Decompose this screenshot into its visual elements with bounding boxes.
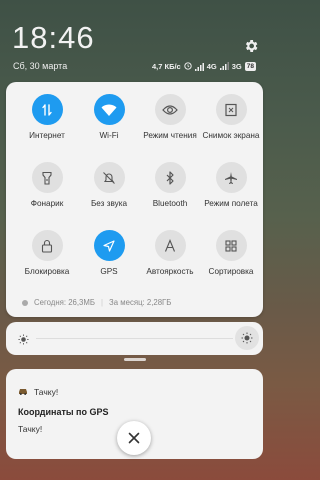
bell-off-icon[interactable] bbox=[93, 162, 125, 193]
tile-label: Интернет bbox=[29, 131, 65, 140]
tile-label: Автояркость bbox=[146, 267, 194, 276]
notification-text: Тачку! bbox=[18, 424, 43, 434]
tile-airplane[interactable]: Режим полета bbox=[200, 162, 262, 208]
tile-label: Блокировка bbox=[24, 267, 70, 276]
usage-separator: | bbox=[101, 298, 104, 307]
panel-drag-handle[interactable] bbox=[124, 358, 146, 361]
tile-grid[interactable]: Сортировка bbox=[200, 230, 262, 276]
grid-icon[interactable] bbox=[215, 230, 247, 261]
eye-icon[interactable] bbox=[154, 94, 186, 125]
location-icon[interactable] bbox=[93, 230, 125, 261]
brightness-slider[interactable] bbox=[36, 338, 233, 339]
tile-flashlight[interactable]: Фонарик bbox=[16, 162, 78, 208]
auto-brightness-icon[interactable] bbox=[154, 230, 186, 261]
tile-label: Wi-Fi bbox=[99, 131, 119, 140]
brightness-thumb[interactable] bbox=[235, 326, 259, 350]
clock: 18:46 bbox=[12, 20, 95, 55]
usage-today: Сегодня: 26,3МБ bbox=[34, 298, 96, 307]
tile-label: Фонарик bbox=[30, 199, 64, 208]
tile-label: Режим чтения bbox=[143, 131, 197, 140]
tile-location[interactable]: GPS bbox=[78, 230, 140, 276]
tile-bell-off[interactable]: Без звука bbox=[78, 162, 140, 208]
close-icon bbox=[128, 432, 140, 444]
usage-dot-icon bbox=[22, 299, 28, 306]
tile-mobile-data[interactable]: Интернет bbox=[16, 94, 78, 140]
usage-month: За месяц: 2,28ГБ bbox=[109, 298, 172, 307]
status-bar: 18:46 Сб, 30 марта 4,7 КБ/с 4G 3G 78 bbox=[0, 0, 269, 80]
clear-notifications-button[interactable] bbox=[117, 421, 151, 455]
tile-screenshot[interactable]: Снимок экрана bbox=[200, 94, 262, 140]
mobile-data-icon[interactable] bbox=[31, 94, 63, 125]
tile-label: Без звука bbox=[90, 199, 128, 208]
tile-bluetooth[interactable]: Bluetooth bbox=[139, 162, 201, 208]
network-type-1: 4G bbox=[206, 62, 217, 71]
battery-level: 78 bbox=[244, 62, 256, 71]
brightness-low-icon bbox=[18, 332, 29, 350]
tile-eye[interactable]: Режим чтения bbox=[139, 94, 201, 140]
network-type-2: 3G bbox=[231, 62, 242, 71]
quick-settings-panel: Интернет Wi-Fi Режим чтения Снимок экрана Фо… bbox=[6, 82, 263, 317]
airplane-icon[interactable] bbox=[215, 162, 247, 193]
notification-title: Координаты по GPS bbox=[18, 407, 109, 417]
alarm-icon bbox=[184, 61, 192, 72]
brightness-bar bbox=[6, 322, 263, 355]
system-icons: 4,7 КБ/с 4G 3G 78 bbox=[152, 61, 256, 72]
tile-label: GPS bbox=[100, 267, 118, 276]
wifi-status-icon bbox=[219, 61, 229, 72]
data-usage: Сегодня: 26,3МБ | За месяц: 2,28ГБ bbox=[22, 298, 171, 307]
notification-app-name: Тачку! bbox=[34, 387, 59, 397]
network-speed: 4,7 КБ/с bbox=[152, 62, 181, 71]
tile-auto-brightness[interactable]: Автояркость bbox=[139, 230, 201, 276]
signal-icon bbox=[194, 62, 204, 71]
date[interactable]: Сб, 30 марта bbox=[13, 61, 67, 71]
tile-lock[interactable]: Блокировка bbox=[16, 230, 78, 276]
flashlight-icon[interactable] bbox=[31, 162, 63, 193]
car-app-icon bbox=[18, 387, 28, 397]
tile-label: Сортировка bbox=[208, 267, 254, 276]
brightness-high-icon bbox=[241, 332, 253, 344]
tile-wifi[interactable]: Wi-Fi bbox=[78, 94, 140, 140]
tile-label: Снимок экрана bbox=[202, 131, 260, 140]
tile-label: Режим полета bbox=[204, 199, 258, 208]
gear-icon[interactable] bbox=[243, 38, 259, 54]
wifi-icon[interactable] bbox=[93, 94, 125, 125]
notification-header: Тачку! bbox=[18, 387, 58, 397]
lock-icon[interactable] bbox=[31, 230, 63, 261]
screenshot-icon[interactable] bbox=[215, 94, 247, 125]
tile-label: Bluetooth bbox=[152, 199, 188, 208]
bluetooth-icon[interactable] bbox=[154, 162, 186, 193]
